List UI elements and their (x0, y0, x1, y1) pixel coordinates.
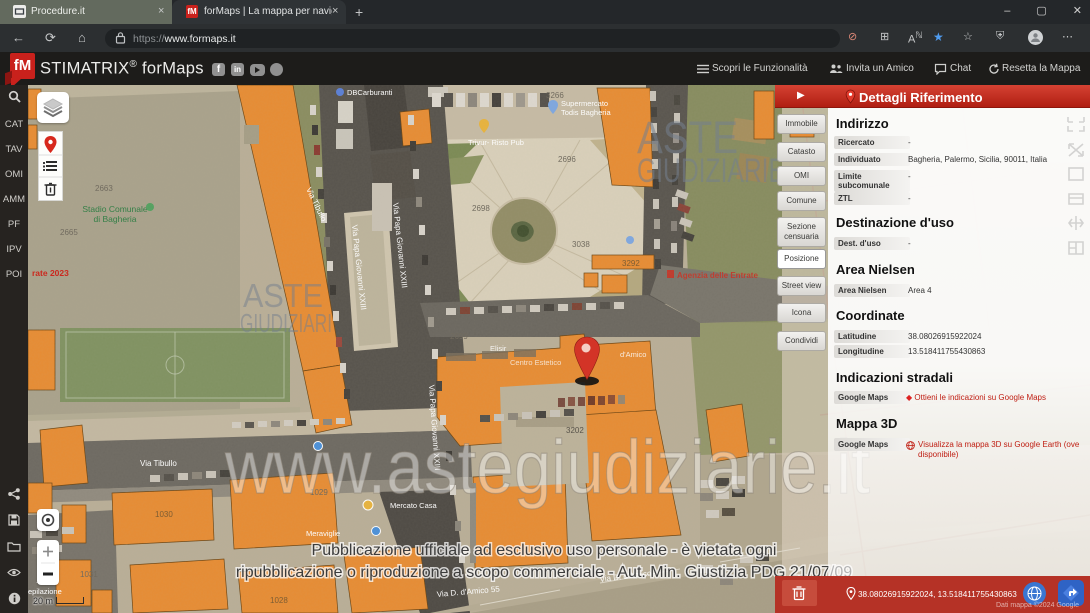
svg-text:epilazione: epilazione (28, 587, 62, 596)
svg-text:GIUDIZIARI: GIUDIZIARI (240, 308, 332, 338)
svg-text:GIUDIZIARIE: GIUDIZIARIE (637, 152, 785, 190)
svg-text:ripubblicazione o riproduzione: ripubblicazione o riproduzione a scopo c… (236, 564, 852, 581)
svg-text:www.astegiudiziarie.it: www.astegiudiziarie.it (224, 425, 870, 510)
svg-text:Pubblicazione ufficiale ad esc: Pubblicazione ufficiale ad esclusivo uso… (312, 542, 777, 559)
